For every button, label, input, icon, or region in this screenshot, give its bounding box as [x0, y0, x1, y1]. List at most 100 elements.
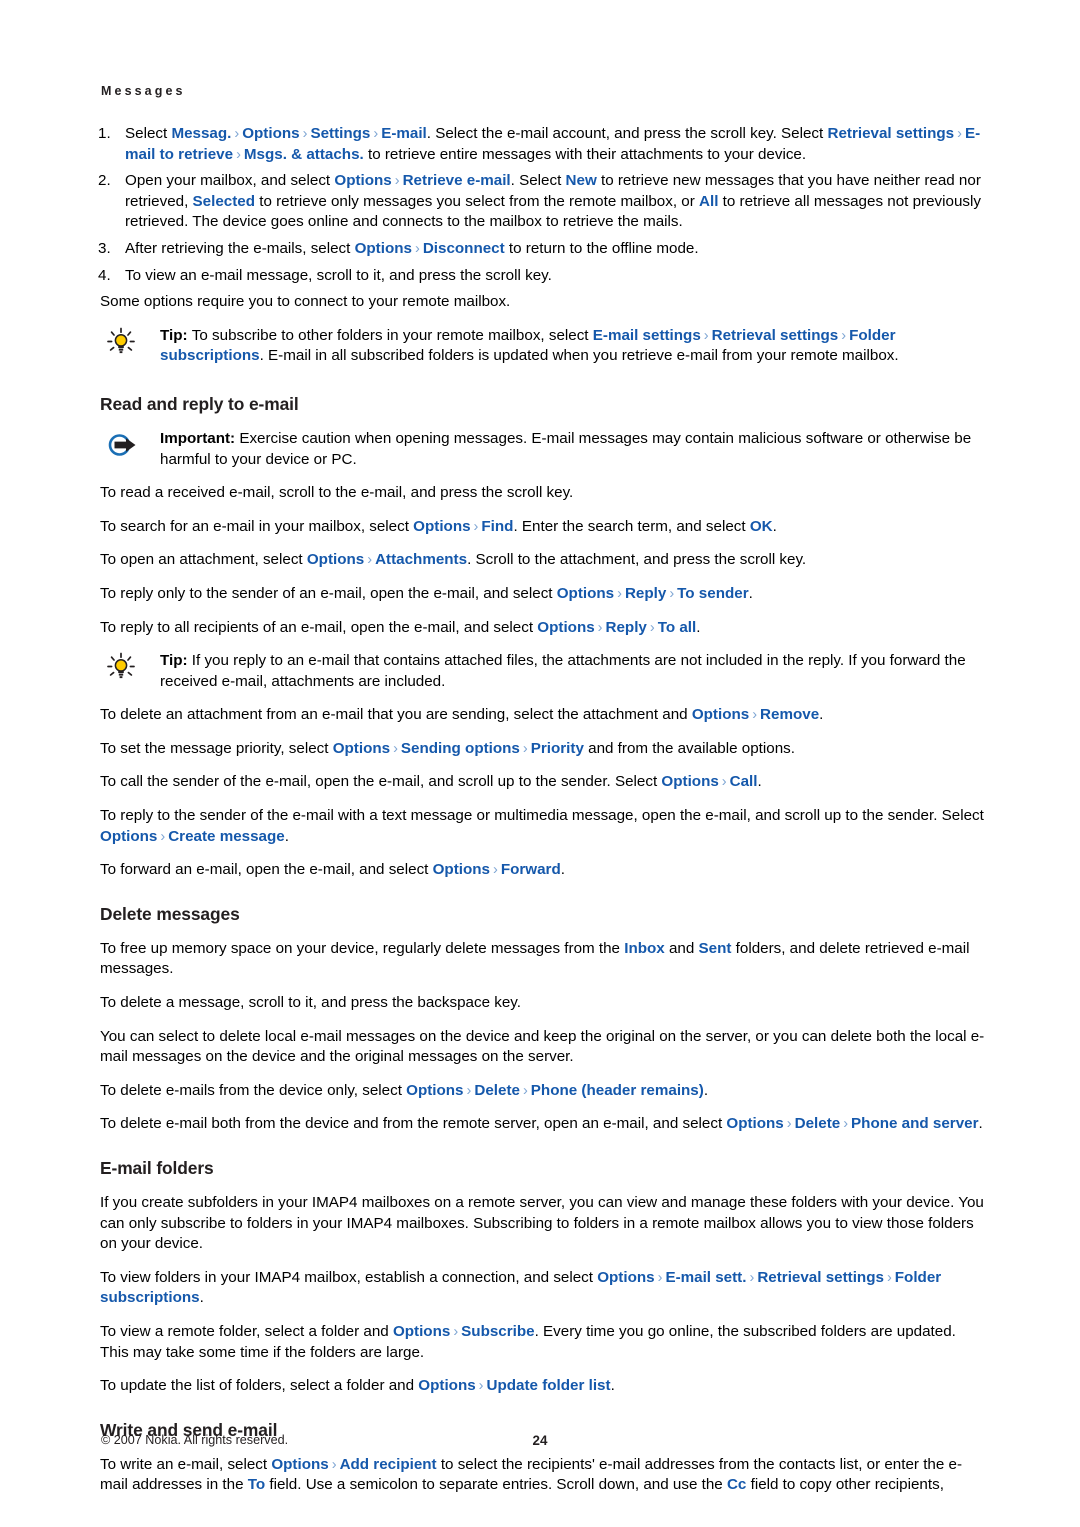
- ui-path-token[interactable]: Retrieval settings: [827, 125, 954, 142]
- body-text: To view an e-mail message, scroll to it,…: [125, 266, 552, 284]
- ui-path-token[interactable]: Delete: [474, 1082, 520, 1099]
- ui-path-token[interactable]: All: [699, 193, 718, 210]
- breadcrumb-separator-icon: ›: [234, 126, 240, 142]
- ui-path-token[interactable]: Options: [271, 1456, 328, 1473]
- step-number: 2.: [98, 172, 111, 190]
- ui-path-token[interactable]: Options: [393, 1323, 450, 1340]
- running-head: Messages: [101, 84, 186, 98]
- ui-path-token[interactable]: Options: [406, 1082, 463, 1099]
- breadcrumb-separator-icon: ›: [649, 619, 655, 636]
- delete-messages-paragraphs: To free up memory space on your device, …: [98, 939, 990, 1135]
- body-text: If you reply to an e-mail that contains …: [160, 652, 966, 690]
- body-text: to retrieve only messages you select fro…: [255, 192, 700, 210]
- ui-path-token[interactable]: Options: [661, 773, 718, 790]
- email-folders-paragraphs: If you create subfolders in your IMAP4 m…: [98, 1193, 990, 1397]
- ui-path-token[interactable]: To: [248, 1476, 265, 1493]
- ui-path-token[interactable]: Create message: [168, 828, 285, 845]
- ui-path-token[interactable]: Sending options: [401, 740, 520, 757]
- ui-path-token[interactable]: Retrieve e-mail: [403, 172, 511, 189]
- body-text: You can select to delete local e-mail me…: [100, 1027, 985, 1066]
- note-label: Important:: [160, 429, 236, 447]
- ui-path-token[interactable]: Retrieval settings: [712, 327, 839, 344]
- lightbulb-tip-icon: [98, 651, 160, 682]
- important-note: Important: Exercise caution when opening…: [98, 429, 990, 470]
- ui-path-token[interactable]: Options: [334, 172, 391, 189]
- ui-path-token[interactable]: Subscribe: [461, 1323, 534, 1340]
- body-text: to retrieve entire messages with their a…: [363, 145, 807, 163]
- paragraph: To set the message priority, select Opti…: [100, 739, 988, 760]
- ui-path-token[interactable]: Remove: [760, 706, 819, 723]
- ui-path-token[interactable]: Options: [100, 828, 157, 845]
- breadcrumb-separator-icon: ›: [669, 585, 675, 602]
- ui-path-token[interactable]: Phone and server: [851, 1115, 978, 1132]
- ui-path-token[interactable]: Disconnect: [423, 240, 505, 257]
- ui-path-token[interactable]: Sent: [699, 940, 732, 957]
- body-text: To reply to all recipients of an e-mail,…: [100, 618, 538, 636]
- ui-path-token[interactable]: E-mail sett.: [665, 1269, 746, 1286]
- breadcrumb-separator-icon: ›: [394, 173, 400, 190]
- breadcrumb-separator-icon: ›: [957, 126, 962, 142]
- ui-path-token[interactable]: Delete: [795, 1115, 841, 1132]
- breadcrumb-separator-icon: ›: [393, 740, 398, 757]
- breadcrumb-separator-icon: ›: [749, 1269, 755, 1286]
- ui-path-token[interactable]: Priority: [531, 740, 584, 757]
- ui-path-token[interactable]: E-mail settings: [593, 327, 701, 344]
- ui-path-token[interactable]: Inbox: [624, 940, 665, 957]
- ui-path-token[interactable]: Call: [730, 773, 758, 790]
- paragraph: To delete an attachment from an e-mail t…: [100, 705, 988, 726]
- ui-path-token[interactable]: Phone (header remains): [531, 1082, 704, 1099]
- ui-path-token[interactable]: Options: [413, 518, 470, 535]
- ui-path-token[interactable]: Find: [481, 518, 513, 535]
- ui-path-token[interactable]: Options: [307, 551, 364, 568]
- ui-path-token[interactable]: Reply: [625, 585, 666, 602]
- ui-path-token[interactable]: Add recipient: [340, 1456, 437, 1473]
- ui-path-token[interactable]: Msgs. & attachs.: [244, 146, 364, 163]
- body-text: To search for an e-mail in your mailbox,…: [100, 517, 414, 535]
- body-text: To subscribe to other folders in your re…: [191, 326, 593, 344]
- ui-path-token[interactable]: Options: [333, 740, 390, 757]
- ui-path-token[interactable]: Options: [433, 861, 490, 878]
- ui-path-token[interactable]: Options: [355, 240, 412, 257]
- ui-path-token[interactable]: Options: [418, 1377, 475, 1394]
- ui-path-token[interactable]: Options: [537, 619, 594, 636]
- ui-path-token[interactable]: Options: [692, 706, 749, 723]
- ui-path-token[interactable]: To sender: [677, 585, 748, 602]
- body-text: To forward an e-mail, open the e-mail, a…: [100, 861, 433, 879]
- ui-path-token[interactable]: Cc: [727, 1476, 746, 1493]
- page-footer: © 2007 Nokia. All rights reserved. 24: [98, 1433, 990, 1451]
- body-text: To update the list of folders, select a …: [100, 1377, 419, 1395]
- body-text: After retrieving the e-mails, select: [125, 239, 355, 257]
- ui-path-token[interactable]: Selected: [193, 193, 255, 210]
- breadcrumb-separator-icon: ›: [478, 1378, 484, 1395]
- breadcrumb-separator-icon: ›: [752, 707, 758, 724]
- body-text: . Select: [510, 172, 566, 190]
- ui-path-token[interactable]: Options: [242, 125, 299, 142]
- ui-path-token[interactable]: Forward: [501, 861, 561, 878]
- ui-path-token[interactable]: Settings: [310, 125, 370, 142]
- body-text: To set the message priority, select: [100, 739, 333, 757]
- breadcrumb-separator-icon: ›: [302, 126, 308, 142]
- numbered-step: 3. After retrieving the e-mails, select O…: [98, 239, 990, 260]
- ui-path-token[interactable]: E-mail: [381, 125, 427, 142]
- ui-path-token[interactable]: Update folder list: [487, 1377, 611, 1394]
- ui-path-token[interactable]: To all: [658, 619, 697, 636]
- breadcrumb-separator-icon: ›: [160, 828, 166, 845]
- ui-path-token[interactable]: Messag.: [171, 125, 231, 142]
- ui-path-token[interactable]: Options: [597, 1269, 654, 1286]
- ui-path-token[interactable]: Retrieval settings: [757, 1269, 884, 1286]
- note-label: Tip:: [160, 326, 192, 344]
- ui-path-token[interactable]: Options: [557, 585, 614, 602]
- ui-path-token[interactable]: OK: [750, 518, 773, 535]
- step-text: After retrieving the e-mails, select Opt…: [125, 240, 699, 257]
- body-text: To view a remote folder, select a folder…: [100, 1322, 393, 1340]
- body-text: Some options require you to connect to y…: [100, 293, 511, 311]
- ui-path-token[interactable]: New: [566, 172, 597, 189]
- step-text: Select Messag. › Options › Settings › E-mail. …: [125, 125, 980, 163]
- breadcrumb-separator-icon: ›: [466, 1082, 472, 1099]
- ui-path-token[interactable]: Reply: [606, 619, 647, 636]
- breadcrumb-separator-icon: ›: [597, 619, 603, 636]
- paragraph: To reply to all recipients of an e-mail,…: [100, 618, 988, 639]
- ui-path-token[interactable]: Attachments: [375, 551, 467, 568]
- ui-path-token[interactable]: Options: [726, 1115, 783, 1132]
- page-number: 24: [532, 1433, 548, 1448]
